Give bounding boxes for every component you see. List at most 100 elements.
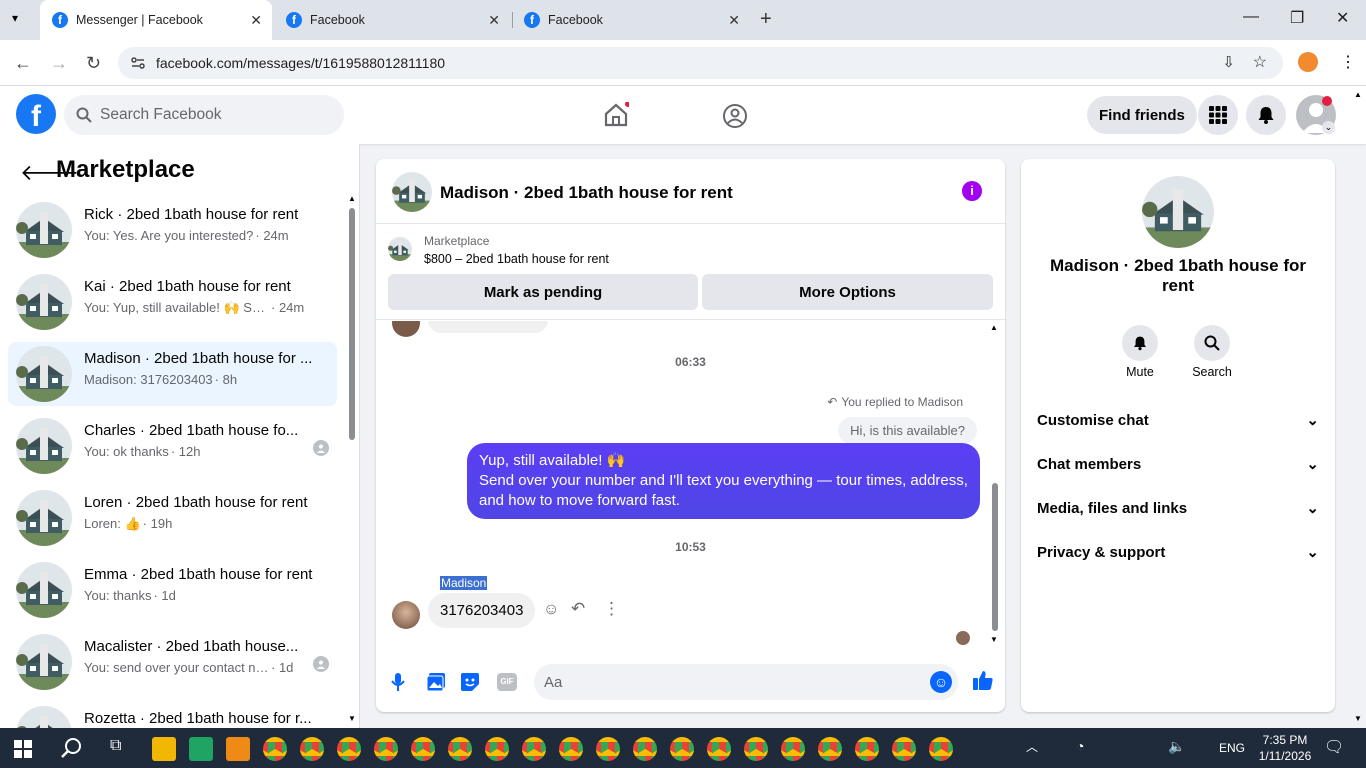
chat-members-section[interactable]: Chat members ⌄ xyxy=(1037,444,1319,484)
sticker-icon[interactable] xyxy=(460,672,480,692)
taskbar-search-icon[interactable] xyxy=(60,737,82,759)
notification-center-icon[interactable]: 🗨 xyxy=(1324,737,1344,757)
like-icon[interactable] xyxy=(972,669,994,691)
taskbar-app-icon[interactable] xyxy=(781,737,805,761)
reload-icon[interactable]: ↻ xyxy=(86,53,101,74)
search-button[interactable]: Search xyxy=(1188,325,1236,379)
reply-icon[interactable]: ↶ xyxy=(571,599,585,619)
taskbar-app-icon[interactable] xyxy=(744,737,768,761)
sender-avatar[interactable] xyxy=(392,601,420,629)
tray-network-icon[interactable]: ◔ xyxy=(1076,738,1084,754)
privacy-support-section[interactable]: Privacy & support ⌄ xyxy=(1037,532,1319,572)
conversation-item[interactable]: Macalister · 2bed 1bath house... You: sen… xyxy=(8,630,337,694)
taskbar-app-icon[interactable] xyxy=(152,737,176,761)
windows-start-icon[interactable] xyxy=(14,740,32,758)
react-icon[interactable]: ☺ xyxy=(543,601,559,619)
taskbar-app-icon[interactable] xyxy=(263,737,287,761)
menu-grid-button[interactable] xyxy=(1198,95,1238,135)
taskbar-app-icon[interactable] xyxy=(485,737,509,761)
scroll-up-icon[interactable]: ▲ xyxy=(348,194,356,203)
home-icon[interactable] xyxy=(603,102,629,128)
url-input[interactable]: facebook.com/messages/t/1619588012811180… xyxy=(118,47,1283,79)
tab-messenger[interactable]: f Messenger | Facebook ✕ xyxy=(40,0,272,40)
customise-chat-section[interactable]: Customise chat ⌄ xyxy=(1037,400,1319,440)
sidebar-scrollbar-thumb[interactable] xyxy=(349,208,355,440)
photo-icon[interactable] xyxy=(426,672,446,692)
taskbar-app-icon[interactable] xyxy=(337,737,361,761)
incoming-message-bubble[interactable]: 3176203403 xyxy=(428,593,536,628)
conversation-item[interactable]: Rick · 2bed 1bath house for rent You: Yes… xyxy=(8,198,337,262)
tab-list-icon[interactable]: ▾ xyxy=(12,11,18,25)
conversation-item[interactable]: Kai · 2bed 1bath house for rent You: Yup,… xyxy=(8,270,337,334)
back-icon[interactable]: ← xyxy=(14,53,32,74)
taskbar-app-icon[interactable] xyxy=(855,737,879,761)
profile-picture[interactable] xyxy=(1142,176,1214,248)
chat-title[interactable]: Madison · 2bed 1bath house for rent xyxy=(440,183,733,203)
new-tab-icon[interactable]: + xyxy=(760,8,772,31)
mute-button[interactable]: Mute xyxy=(1120,325,1160,379)
tray-volume-icon[interactable]: 🔈 xyxy=(1168,738,1185,755)
conversation-item[interactable]: Emma · 2bed 1bath house for rent You: tha… xyxy=(8,558,337,622)
facebook-search-input[interactable]: Search Facebook xyxy=(64,95,344,135)
thread-scroll-up-icon[interactable]: ▲ xyxy=(990,323,998,332)
microphone-icon[interactable] xyxy=(390,672,406,692)
task-view-icon[interactable]: ⧉ xyxy=(110,737,121,755)
tray-expand-icon[interactable]: ︿ xyxy=(1026,738,1038,755)
taskbar-app-icon[interactable] xyxy=(892,737,916,761)
media-files-links-section[interactable]: Media, files and links ⌄ xyxy=(1037,488,1319,528)
restore-icon[interactable]: ❐ xyxy=(1290,8,1304,28)
emoji-icon[interactable]: ☺ xyxy=(930,671,952,693)
taskbar-app-icon[interactable] xyxy=(559,737,583,761)
install-app-icon[interactable]: ⇩ xyxy=(1222,53,1235,71)
window-close-icon[interactable]: ✕ xyxy=(1336,8,1349,28)
account-chevron-icon[interactable]: ⌄ xyxy=(1322,121,1335,134)
more-actions-icon[interactable]: ⋮ xyxy=(603,599,620,619)
close-tab-icon[interactable]: ✕ xyxy=(728,12,740,29)
taskbar-app-icon[interactable] xyxy=(707,737,731,761)
taskbar-app-icon[interactable] xyxy=(411,737,435,761)
taskbar-app-icon[interactable] xyxy=(189,737,213,761)
facebook-logo-icon[interactable]: f xyxy=(16,94,56,134)
outgoing-message-bubble[interactable]: Yup, still available! 🙌 Send over your n… xyxy=(467,443,980,519)
page-scroll-up-icon[interactable]: ▲ xyxy=(1354,90,1362,99)
listing-thumbnail[interactable] xyxy=(388,237,412,261)
taskbar-clock[interactable]: 7:35 PM 1/11/2026 xyxy=(1255,732,1315,764)
taskbar-app-icon[interactable] xyxy=(226,737,250,761)
conversation-item[interactable]: Madison · 2bed 1bath house for ... Madiso… xyxy=(8,342,337,406)
taskbar-app-icon[interactable] xyxy=(596,737,620,761)
tab-facebook-1[interactable]: f Facebook ✕ xyxy=(274,0,510,40)
mark-as-pending-button[interactable]: Mark as pending xyxy=(388,274,698,310)
taskbar-app-icon[interactable] xyxy=(522,737,546,761)
thread-scroll-down-icon[interactable]: ▼ xyxy=(990,635,998,644)
gif-icon[interactable]: GIF xyxy=(497,673,517,691)
scroll-down-icon[interactable]: ▼ xyxy=(348,714,356,723)
groups-icon[interactable] xyxy=(722,103,748,129)
info-icon[interactable]: i xyxy=(962,181,982,201)
profile-avatar-icon[interactable] xyxy=(1298,52,1318,72)
chat-avatar[interactable] xyxy=(392,172,432,212)
page-scroll-down-icon[interactable]: ▼ xyxy=(1354,714,1362,723)
tab-facebook-2[interactable]: f Facebook ✕ xyxy=(512,0,750,40)
conversation-item[interactable]: Charles · 2bed 1bath house fo... You: ok … xyxy=(8,414,337,478)
forward-icon[interactable]: → xyxy=(50,53,68,74)
taskbar-app-icon[interactable] xyxy=(448,737,472,761)
more-options-button[interactable]: More Options xyxy=(702,274,993,310)
find-friends-button[interactable]: Find friends xyxy=(1087,96,1197,134)
browser-menu-icon[interactable]: ⋮ xyxy=(1340,52,1356,72)
language-indicator[interactable]: ENG xyxy=(1219,741,1245,755)
conversation-item[interactable]: Rozetta · 2bed 1bath house for r... xyxy=(8,702,337,728)
thread-scrollbar-thumb[interactable] xyxy=(992,483,998,631)
bookmark-star-icon[interactable]: ☆ xyxy=(1253,52,1267,72)
conversation-item[interactable]: Loren · 2bed 1bath house for rent Loren: … xyxy=(8,486,337,550)
listing-title[interactable]: $800 – 2bed 1bath house for rent xyxy=(424,252,609,266)
taskbar-app-icon[interactable] xyxy=(300,737,324,761)
quoted-message[interactable]: Hi, is this available? xyxy=(838,417,977,444)
minimize-icon[interactable]: — xyxy=(1243,8,1259,26)
close-tab-icon[interactable]: ✕ xyxy=(488,12,500,29)
close-tab-icon[interactable]: ✕ xyxy=(250,12,262,29)
site-info-icon[interactable] xyxy=(130,55,146,71)
taskbar-app-icon[interactable] xyxy=(670,737,694,761)
taskbar-app-icon[interactable] xyxy=(374,737,398,761)
taskbar-app-icon[interactable] xyxy=(633,737,657,761)
taskbar-app-icon[interactable] xyxy=(818,737,842,761)
